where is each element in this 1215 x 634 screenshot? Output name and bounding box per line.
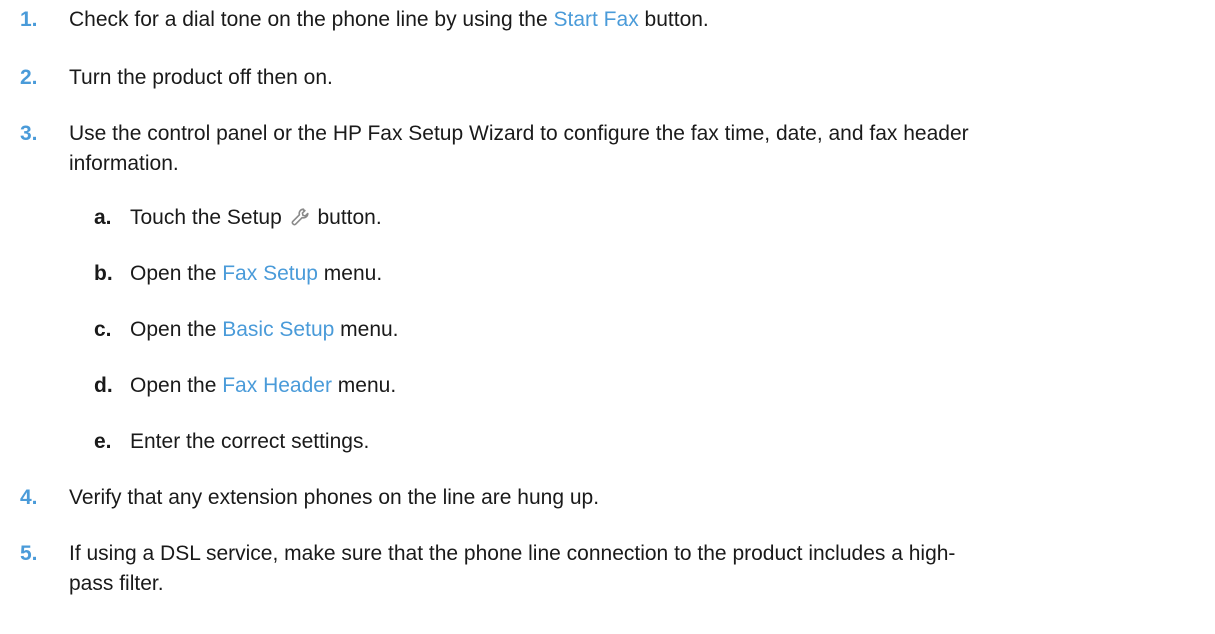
substep-text: Open the Fax Setup menu. bbox=[130, 259, 1190, 289]
step-text-line2: information. bbox=[69, 152, 179, 175]
substep-text-post: menu. bbox=[334, 318, 399, 341]
basic-setup-menu-ref: Basic Setup bbox=[222, 318, 335, 341]
substep-letter: d. bbox=[94, 374, 113, 397]
step-number: 2. bbox=[20, 66, 38, 89]
step-text: If using a DSL service, make sure that t… bbox=[69, 539, 1189, 599]
substep-letter: c. bbox=[94, 318, 112, 341]
step-number: 3. bbox=[20, 122, 38, 145]
substep-text-post: menu. bbox=[317, 262, 383, 285]
step-text-post: button. bbox=[638, 8, 709, 31]
substep-text-pre: Open the bbox=[130, 262, 223, 285]
step-text-pre: Check for a dial tone on the phone line … bbox=[69, 8, 554, 31]
fax-setup-menu-ref: Fax Setup bbox=[222, 262, 318, 285]
substep-text: Open the Fax Header menu. bbox=[130, 371, 1190, 401]
step-text: Turn the product off then on. bbox=[69, 66, 333, 89]
wrench-icon bbox=[291, 208, 309, 226]
instruction-list: 1. Check for a dial tone on the phone li… bbox=[0, 0, 1215, 634]
fax-header-menu-ref: Fax Header bbox=[222, 374, 332, 397]
substep-text: Open the Basic Setup menu. bbox=[130, 315, 1190, 345]
substep-text-pre: Touch the Setup bbox=[130, 206, 288, 229]
substep-text: Touch the Setup button. bbox=[130, 203, 1190, 233]
substep-letter: b. bbox=[94, 262, 113, 285]
step-number: 1. bbox=[20, 8, 38, 31]
start-fax-button-ref: Start Fax bbox=[553, 8, 639, 31]
substep-text: Enter the correct settings. bbox=[130, 430, 370, 453]
substep-letter: a. bbox=[94, 206, 112, 229]
substep-letter: e. bbox=[94, 430, 112, 453]
step-text: Verify that any extension phones on the … bbox=[69, 486, 600, 509]
step-text-line1: If using a DSL service, make sure that t… bbox=[69, 542, 956, 565]
step-number: 4. bbox=[20, 486, 38, 509]
substep-text-post: button. bbox=[311, 206, 382, 229]
step-text: Check for a dial tone on the phone line … bbox=[69, 5, 1189, 35]
step-text-line2: pass filter. bbox=[69, 572, 164, 595]
substep-text-pre: Open the bbox=[130, 374, 223, 397]
step-text-line1: Use the control panel or the HP Fax Setu… bbox=[69, 122, 969, 145]
substep-text-pre: Open the bbox=[130, 318, 223, 341]
substep-text-post: menu. bbox=[331, 374, 397, 397]
step-text: Use the control panel or the HP Fax Setu… bbox=[69, 119, 1189, 179]
step-number: 5. bbox=[20, 542, 38, 565]
